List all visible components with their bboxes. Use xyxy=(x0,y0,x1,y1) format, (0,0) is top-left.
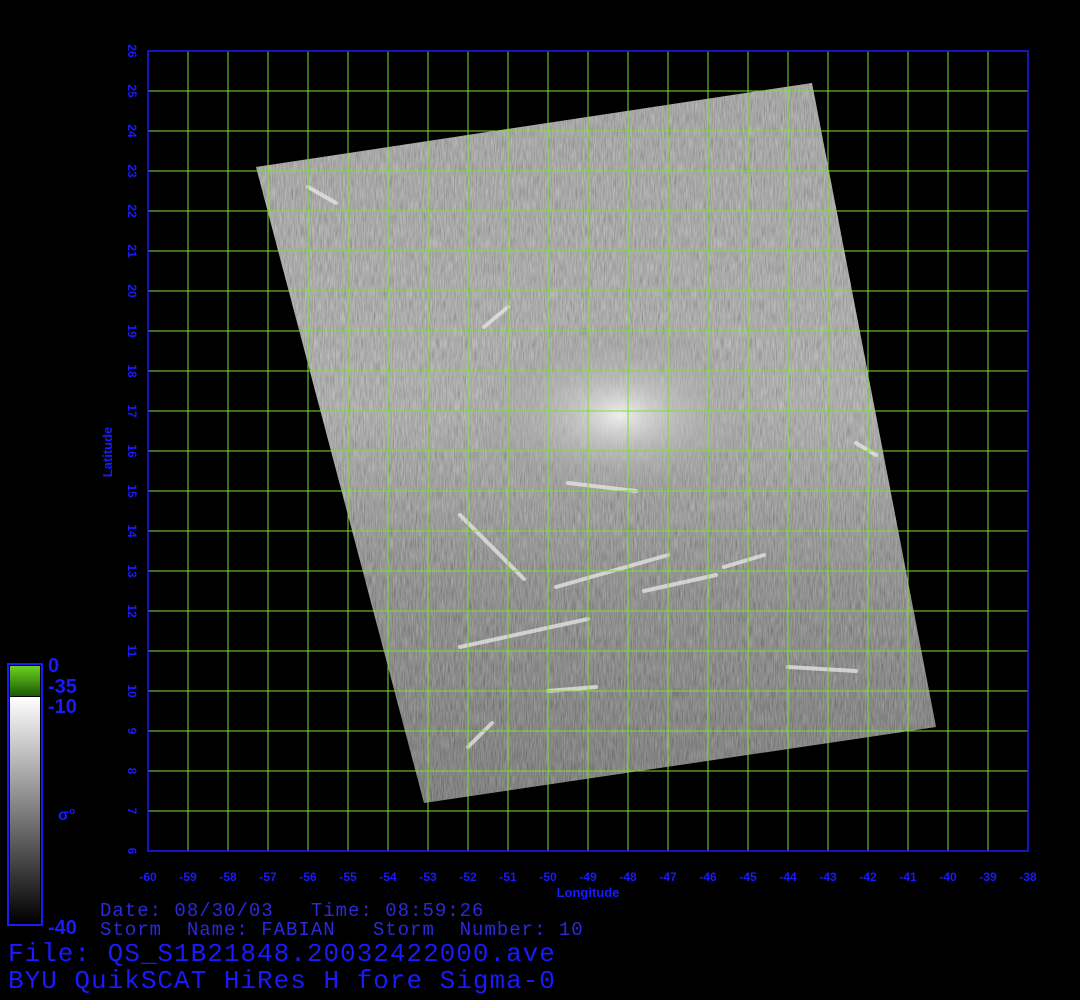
file-name-line: File: QS_S1B21848.20032422000.ave xyxy=(8,939,556,969)
swath-image xyxy=(256,83,936,803)
latitude-tick-label: 7 xyxy=(125,808,139,815)
latitude-tick-label: 9 xyxy=(125,728,139,735)
colorbar-label-upper: -35 xyxy=(48,676,77,698)
latitude-tick-label: 23 xyxy=(125,164,139,178)
storm-core xyxy=(470,320,770,510)
colorbar-label-bottom: -40 xyxy=(48,917,77,939)
longitude-tick-label: -45 xyxy=(739,870,757,884)
colorbar-label-mid: -10 xyxy=(48,696,77,718)
colorbar-green-band xyxy=(10,666,40,696)
longitude-tick-label: -54 xyxy=(379,870,397,884)
latitude-tick-label: 24 xyxy=(125,124,139,138)
latitude-tick-label: 20 xyxy=(125,284,139,298)
longitude-tick-label: -52 xyxy=(459,870,477,884)
latitude-tick-label: 8 xyxy=(125,768,139,775)
longitude-tick-label: -48 xyxy=(619,870,637,884)
latitude-tick-label: 10 xyxy=(125,684,139,698)
latitude-tick-label: 26 xyxy=(125,44,139,58)
latitude-tick-label: 22 xyxy=(125,204,139,218)
latitude-tick-label: 6 xyxy=(125,848,139,855)
latitude-tick-label: 21 xyxy=(125,244,139,258)
longitude-tick-label: -42 xyxy=(859,870,877,884)
colorbar-gray-ramp xyxy=(10,697,40,923)
latitude-tick-label: 15 xyxy=(125,484,139,498)
lat-lon-grid xyxy=(147,50,1029,852)
latitude-tick-label: 17 xyxy=(125,404,139,418)
longitude-tick-label: -60 xyxy=(139,870,157,884)
longitude-tick-label: -55 xyxy=(339,870,357,884)
colorbar-symbol: σ° xyxy=(58,807,75,824)
longitude-tick-label: -57 xyxy=(259,870,277,884)
longitude-tick-label: -47 xyxy=(659,870,677,884)
latitude-tick-label: 18 xyxy=(125,364,139,378)
longitude-tick-label: -43 xyxy=(819,870,837,884)
latitude-tick-label: 12 xyxy=(125,604,139,618)
colorbar: 0 -35 -10 σ° -40 xyxy=(7,655,77,939)
colorbar-label-top: 0 xyxy=(48,655,59,677)
longitude-tick-label: -41 xyxy=(899,870,917,884)
y-axis-label: Latitude xyxy=(100,427,115,478)
latitude-tick-label: 25 xyxy=(125,84,139,98)
longitude-tick-label: -59 xyxy=(179,870,197,884)
longitude-tick-label: -49 xyxy=(579,870,597,884)
longitude-tick-label: -46 xyxy=(699,870,717,884)
latitude-tick-label: 14 xyxy=(125,524,139,538)
longitude-tick-label: -40 xyxy=(939,870,957,884)
longitude-tick-label: -58 xyxy=(219,870,237,884)
longitude-tick-label: -38 xyxy=(1019,870,1037,884)
x-axis-label: Longitude xyxy=(557,885,620,900)
storm-info-line: Storm Name: FABIAN Storm Number: 10 xyxy=(100,919,584,941)
longitude-tick-label: -53 xyxy=(419,870,437,884)
product-title-line: BYU QuikSCAT HiRes H fore Sigma-0 xyxy=(8,966,556,996)
longitude-tick-label: -51 xyxy=(499,870,517,884)
latitude-tick-label: 16 xyxy=(125,444,139,458)
longitude-tick-labels: -60 -59 -58 -57 -56 -55 -54 -53 -52 -51 -50 -49 -48 -… xyxy=(139,870,1037,884)
longitude-tick-label: -44 xyxy=(779,870,797,884)
latitude-tick-label: 19 xyxy=(125,324,139,338)
longitude-tick-label: -50 xyxy=(539,870,557,884)
latitude-tick-labels: 6 7 8 9 10 11 12 13 14 15 16 17 18 19 20 21 22 23 24 25 26 xyxy=(125,44,139,854)
latitude-tick-label: 13 xyxy=(125,564,139,578)
latitude-tick-label: 11 xyxy=(125,645,139,658)
longitude-tick-label: -39 xyxy=(979,870,997,884)
longitude-tick-label: -56 xyxy=(299,870,317,884)
map-plot: -60 -59 -58 -57 -56 -55 -54 -53 -52 -51 -50 -49 -48 -… xyxy=(7,44,1037,939)
